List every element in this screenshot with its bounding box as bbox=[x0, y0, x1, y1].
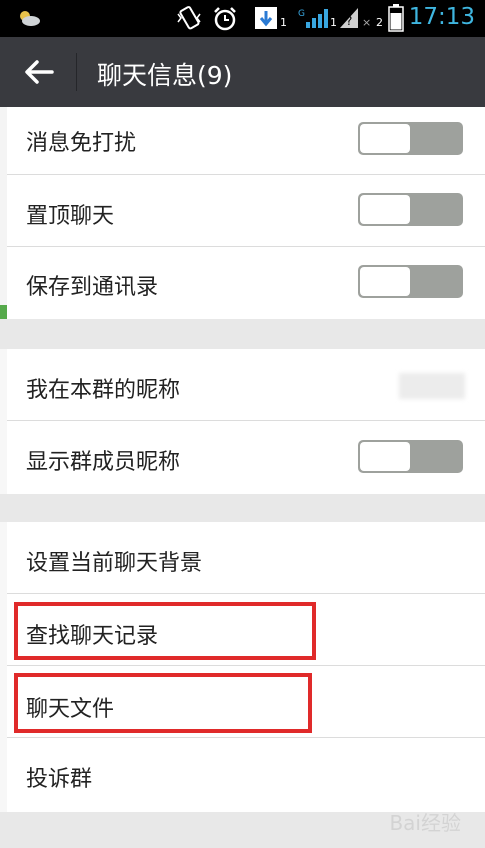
row-label: 投诉群 bbox=[26, 767, 93, 792]
download-icon bbox=[255, 7, 277, 29]
arrow-left-icon[interactable] bbox=[22, 55, 56, 89]
underlying-screen-edge-accent bbox=[0, 305, 7, 319]
app-header: 聊天信息(9) bbox=[0, 37, 485, 107]
status-bar: 1 G 1 ? × 2 17:13 bbox=[0, 0, 485, 37]
sim-label-3: 2 bbox=[376, 16, 383, 29]
row-label: 显示群成员昵称 bbox=[26, 450, 181, 475]
row-label: 保存到通讯录 bbox=[26, 275, 159, 300]
row-my-group-nickname[interactable]: 我在本群的昵称 bbox=[7, 349, 485, 421]
row-label: 消息免打扰 bbox=[26, 131, 137, 156]
row-label: 我在本群的昵称 bbox=[26, 378, 181, 403]
underlying-screen-edge bbox=[0, 107, 7, 319]
save-contacts-toggle[interactable] bbox=[358, 265, 463, 298]
vibrate-icon bbox=[177, 6, 201, 30]
toggle-knob bbox=[360, 124, 410, 153]
toggle-knob bbox=[360, 267, 410, 296]
row-set-chat-background[interactable]: 设置当前聊天背景 bbox=[7, 522, 485, 594]
weather-icon bbox=[20, 11, 40, 26]
battery-icon bbox=[388, 4, 404, 32]
svg-text:G: G bbox=[298, 9, 305, 19]
show-nicknames-toggle[interactable] bbox=[358, 440, 463, 473]
row-pin-chat[interactable]: 置顶聊天 bbox=[7, 175, 485, 247]
svg-text:×: × bbox=[362, 16, 371, 29]
mute-toggle[interactable] bbox=[358, 122, 463, 155]
page-title: 聊天信息(9) bbox=[97, 61, 233, 90]
row-show-member-nicknames[interactable]: 显示群成员昵称 bbox=[7, 421, 485, 494]
pin-toggle[interactable] bbox=[358, 193, 463, 226]
underlying-screen-edge-3 bbox=[0, 522, 7, 812]
svg-text:?: ? bbox=[346, 14, 352, 28]
row-label: 设置当前聊天背景 bbox=[26, 551, 203, 576]
nickname-value-blurred bbox=[399, 373, 465, 399]
settings-group-notifications: 消息免打扰 置顶聊天 保存到通讯录 bbox=[7, 107, 485, 319]
underlying-screen-edge-2 bbox=[0, 349, 7, 494]
row-save-to-contacts[interactable]: 保存到通讯录 bbox=[7, 247, 485, 319]
header-divider bbox=[76, 53, 77, 91]
row-label: 置顶聊天 bbox=[26, 204, 115, 229]
no-sim-icon: ? × bbox=[340, 8, 371, 29]
sim-label-1: 1 bbox=[280, 16, 287, 29]
highlight-box-chat-files bbox=[14, 673, 312, 733]
settings-group-nickname: 我在本群的昵称 显示群成员昵称 bbox=[7, 349, 485, 494]
toggle-knob bbox=[360, 195, 410, 224]
watermark: Bai经验 bbox=[389, 811, 461, 835]
highlight-box-search-history bbox=[14, 602, 316, 660]
alarm-icon bbox=[214, 7, 236, 31]
signal-icon: G bbox=[298, 9, 328, 28]
toggle-knob bbox=[360, 442, 410, 471]
status-time: 17:13 bbox=[408, 4, 475, 30]
row-mute-notifications[interactable]: 消息免打扰 bbox=[7, 107, 485, 175]
settings-group-chat: 设置当前聊天背景 查找聊天记录 聊天文件 投诉群 bbox=[7, 522, 485, 812]
row-report-group[interactable]: 投诉群 bbox=[7, 738, 485, 812]
sim-label-2: 1 bbox=[330, 16, 337, 29]
